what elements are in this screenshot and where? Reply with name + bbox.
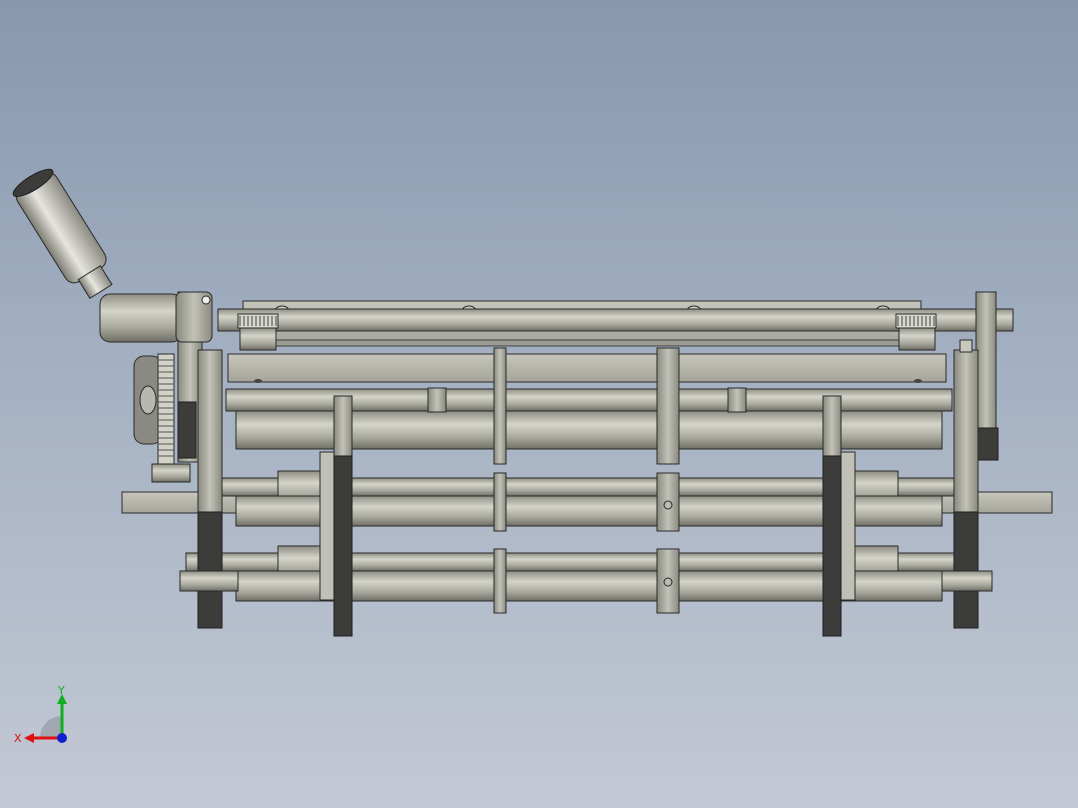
top-shaft bbox=[217, 308, 1014, 332]
y-axis-label: Y bbox=[57, 686, 65, 697]
right-pulley bbox=[895, 313, 937, 351]
cad-viewport[interactable]: Y X bbox=[0, 0, 1078, 808]
right-side-frame bbox=[941, 291, 999, 629]
coordinate-triad: Y X bbox=[14, 686, 67, 745]
hand-crank[interactable] bbox=[10, 165, 213, 343]
z-axis-dot bbox=[57, 733, 67, 743]
x-axis-label: X bbox=[14, 732, 22, 745]
cad-model-roller-assembly[interactable] bbox=[0, 0, 1078, 808]
cross-beam bbox=[227, 353, 947, 383]
left-pulley bbox=[237, 313, 279, 351]
